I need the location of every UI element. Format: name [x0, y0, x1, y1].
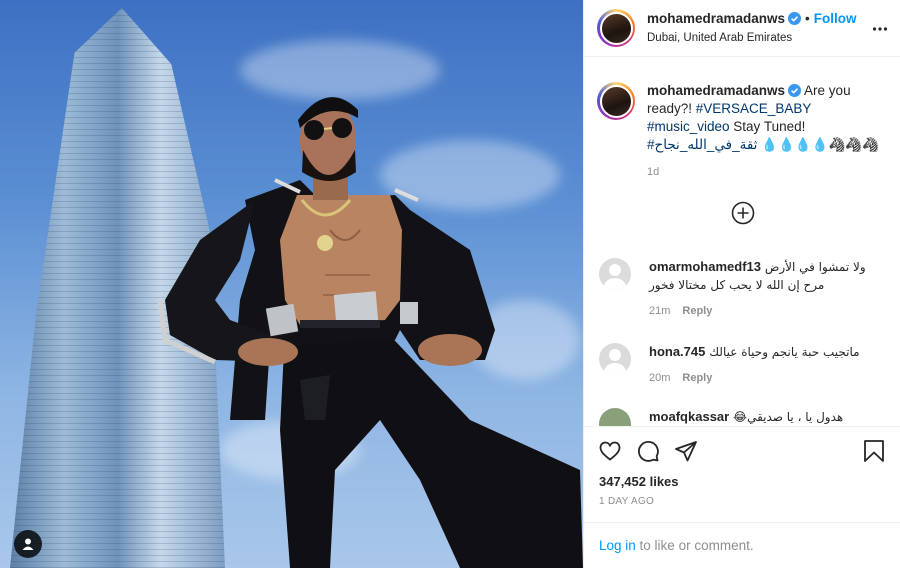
- avatar[interactable]: [597, 9, 635, 47]
- post-timestamp[interactable]: 1 DAY AGO: [584, 489, 900, 507]
- comment-item: hona.745 ماتجيب حبة يانجم وحياة عيالك 20…: [584, 343, 900, 387]
- more-options-icon[interactable]: [872, 21, 888, 37]
- comment-text: ماتجيب حبة يانجم وحياة عيالك: [705, 345, 860, 359]
- comment-text: 😂هدول يا ، يا صديقي: [729, 410, 844, 424]
- comment-username[interactable]: hona.745: [649, 344, 705, 359]
- action-bar: [584, 427, 900, 463]
- caption-username[interactable]: mohamedramadanws: [647, 83, 785, 98]
- comment-avatar[interactable]: [599, 258, 631, 290]
- comments-list[interactable]: mohamedramadanws Are you ready?! #VERSAC…: [584, 58, 900, 426]
- hashtag-link[interactable]: #music_video: [647, 119, 730, 134]
- post-header: mohamedramadanws • Follow Dubai, United …: [584, 0, 900, 57]
- plus-circle-icon: [731, 201, 754, 225]
- load-more-comments-button[interactable]: [584, 201, 900, 225]
- verified-badge-icon: [788, 84, 802, 97]
- separator-dot: •: [805, 10, 810, 26]
- caption-timestamp[interactable]: 1d: [647, 163, 882, 181]
- comment-time[interactable]: 21m: [649, 305, 670, 317]
- save-button[interactable]: [863, 439, 885, 463]
- heart-icon: [599, 441, 621, 461]
- hashtag-link[interactable]: #VERSACE_BABY: [696, 101, 812, 116]
- login-prompt-text: to like or comment.: [635, 538, 754, 553]
- like-button[interactable]: [598, 439, 622, 463]
- comment-time[interactable]: 20m: [649, 372, 670, 384]
- man-in-black-outfit: [157, 97, 583, 568]
- location-link[interactable]: Dubai, United Arab Emirates: [647, 30, 857, 46]
- reply-button[interactable]: Reply: [682, 372, 712, 384]
- caption-emojis: 💧💧💧💧🦓🦓🦓: [757, 137, 879, 152]
- comment-username[interactable]: omarmohamedf13: [649, 259, 761, 274]
- comment-username[interactable]: moafqkassar: [649, 409, 729, 424]
- post-actions-section: 347,452 likes 1 DAY AGO: [584, 426, 900, 522]
- login-link[interactable]: Log in: [599, 538, 636, 553]
- like-count[interactable]: 347,452 likes: [584, 463, 900, 489]
- comment-bubble-icon: [638, 441, 659, 462]
- caption-avatar[interactable]: [597, 82, 635, 120]
- header-username[interactable]: mohamedramadanws: [647, 11, 785, 27]
- post-side-panel: mohamedramadanws • Follow Dubai, United …: [583, 0, 900, 568]
- reply-button[interactable]: Reply: [682, 305, 712, 317]
- verified-badge-icon: [788, 12, 802, 25]
- comment-item: moafqkassar 😂هدول يا ، يا صديقي: [584, 408, 900, 426]
- share-button[interactable]: [674, 439, 698, 463]
- comment-avatar[interactable]: [599, 343, 631, 375]
- paper-plane-icon: [675, 441, 697, 462]
- comment-avatar[interactable]: [599, 408, 631, 426]
- user-tag-icon: [22, 538, 34, 550]
- user-tag-button[interactable]: [14, 530, 42, 558]
- hashtag-link[interactable]: #ثقة_في_الله_نجاح: [647, 137, 757, 152]
- comment-button[interactable]: [636, 439, 660, 463]
- comment-item: omarmohamedf13 ولا تمشوا في الأرض مرح إن…: [584, 258, 900, 320]
- follow-button[interactable]: Follow: [814, 11, 857, 27]
- post-photo[interactable]: [0, 0, 583, 568]
- caption: mohamedramadanws Are you ready?! #VERSAC…: [584, 58, 900, 181]
- caption-text: Stay Tuned!: [729, 119, 806, 134]
- bookmark-icon: [864, 440, 884, 462]
- login-prompt: Log in to like or comment.: [584, 522, 900, 568]
